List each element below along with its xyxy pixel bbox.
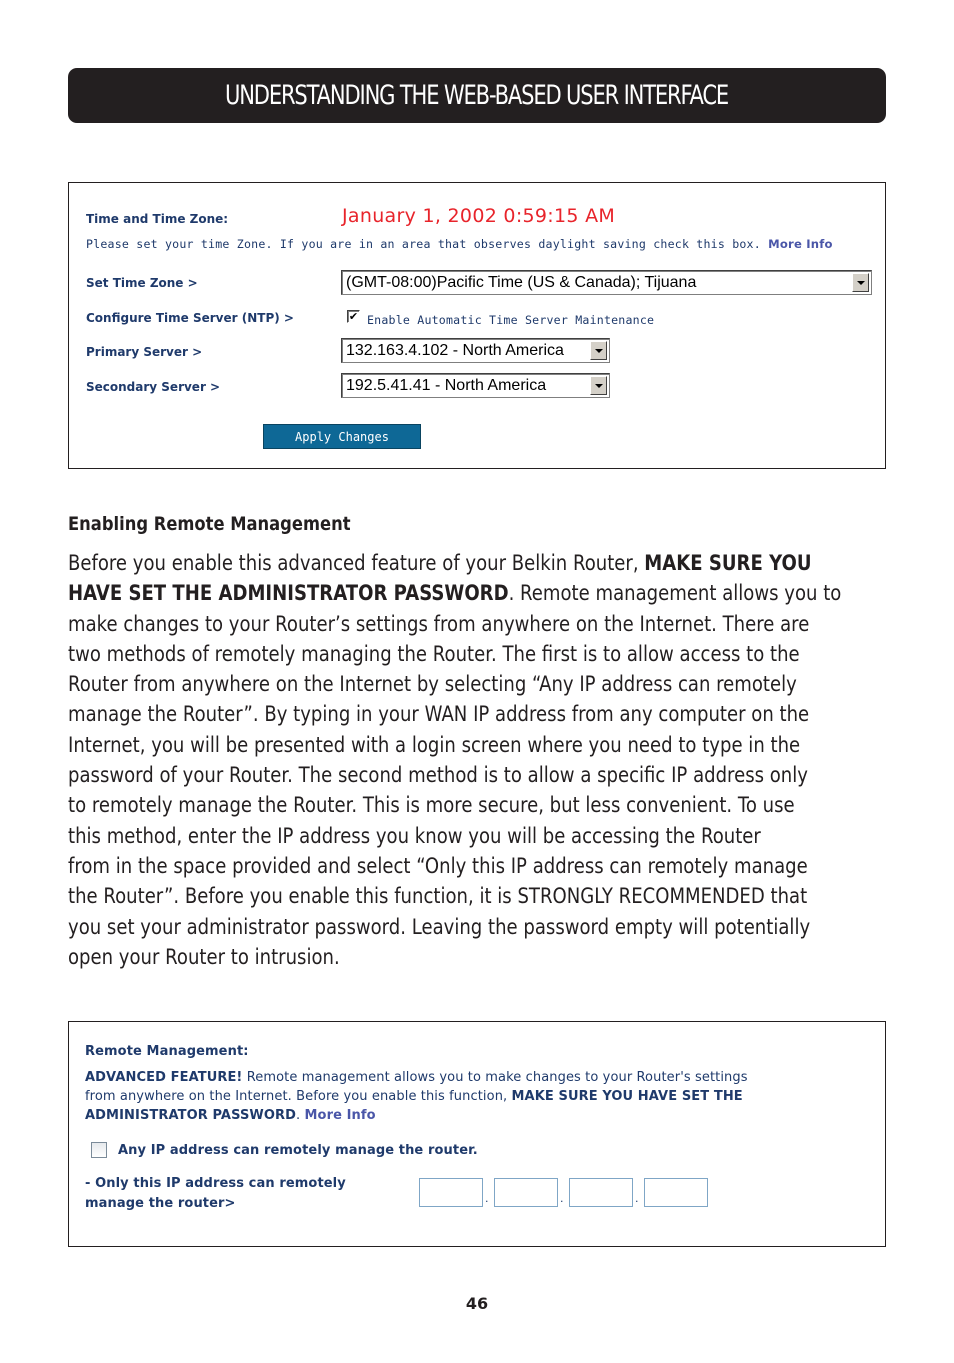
body-text: open your Router to intrusion. [68,944,340,969]
primary-server-label: Primary Server > [86,345,203,359]
ip-octet-1-input[interactable] [419,1178,483,1207]
body-line: to remotely manage the Router. This is m… [68,790,887,820]
body-line: open your Router to intrusion. [68,942,887,972]
ip-separator: . [635,1192,639,1205]
advanced-feature-line-3: ADMINISTRATOR PASSWORD. More Info [85,1108,376,1123]
apply-changes-button[interactable]: Apply Changes [263,424,421,449]
any-ip-label: Any IP address can remotely manage the r… [118,1143,478,1158]
body-line: manage the Router”. By typing in your WA… [68,699,887,729]
secondary-server-value: 192.5.41.41 - North America [346,376,547,394]
warning-text: ADMINISTRATOR PASSWORD [85,1108,297,1123]
advanced-feature-label: ADVANCED FEATURE! [85,1070,243,1085]
instruction-text: Please set your time Zone. If you are in… [86,237,761,251]
time-zone-instruction: Please set your time Zone. If you are in… [86,237,833,251]
body-emphasis: MAKE SURE YOU [644,551,812,575]
ntp-checkbox-label: Enable Automatic Time Server Maintenance [367,313,655,327]
time-zone-value: (GMT-08:00)Pacific Time (US & Canada); T… [346,273,697,291]
remote-management-heading: Remote Management: [85,1044,249,1059]
more-info-link[interactable]: More Info [768,237,833,251]
body-text: Before you enable this advanced feature … [68,551,645,575]
secondary-server-label: Secondary Server > [86,380,221,394]
body-text: two methods of remotely managing the Rou… [68,641,800,666]
advanced-feature-text: from anywhere on the Internet. Before yo… [85,1089,512,1104]
body-paragraph: Before you enable this advanced feature … [68,548,887,972]
check-icon: ✔ [348,310,359,323]
body-line: HAVE SET THE ADMINISTRATOR PASSWORD. Rem… [68,578,887,608]
punctuation: . [296,1108,305,1123]
body-text: Internet, you will be presented with a l… [68,732,801,757]
body-line: two methods of remotely managing the Rou… [68,639,887,669]
body-line: from in the space provided and select “O… [68,851,887,881]
body-text: . Remote management allows you to [508,581,842,606]
advanced-feature-line-2: from anywhere on the Internet. Before yo… [85,1089,743,1104]
body-line: the Router”. Before you enable this func… [68,881,887,911]
section-heading: Enabling Remote Management [68,513,351,535]
chevron-down-icon[interactable] [590,376,607,395]
body-line: this method, enter the IP address you kn… [68,821,887,851]
body-line: Router from anywhere on the Internet by … [68,669,887,699]
page-title-banner: UNDERSTANDING THE WEB-BASED USER INTERFA… [68,68,886,123]
ntp-label: Configure Time Server (NTP) > [86,311,294,325]
time-zone-heading: Time and Time Zone: [86,212,229,226]
body-text: this method, enter the IP address you kn… [68,823,761,848]
ip-octet-4-input[interactable] [644,1178,708,1207]
advanced-feature-line-1: ADVANCED FEATURE! Remote management allo… [85,1070,748,1085]
ip-separator: . [485,1192,489,1205]
body-text: Router from anywhere on the Internet by … [68,672,797,697]
body-text: make changes to your Router’s settings f… [68,611,810,636]
ip-octet-2-input[interactable] [494,1178,558,1207]
body-text: password of your Router. The second meth… [68,763,808,788]
body-line: make changes to your Router’s settings f… [68,609,887,639]
body-line: you set your administrator password. Lea… [68,912,887,942]
page-number: 46 [465,1294,489,1313]
body-emphasis: HAVE SET THE ADMINISTRATOR PASSWORD [68,581,509,606]
secondary-server-select[interactable]: 192.5.41.41 - North America [341,373,610,398]
page-title: UNDERSTANDING THE WEB-BASED USER INTERFA… [225,80,729,111]
primary-server-value: 132.163.4.102 - North America [346,341,564,359]
body-line: Internet, you will be presented with a l… [68,730,887,760]
body-text: you set your administrator password. Lea… [68,914,811,939]
chevron-down-icon[interactable] [852,273,869,292]
body-line: Before you enable this advanced feature … [68,548,887,578]
only-ip-label-line-1: - Only this IP address can remotely [85,1176,346,1191]
body-text: the Router”. Before you enable this func… [68,884,808,909]
current-datetime: January 1, 2002 0:59:15 AM [342,205,616,227]
primary-server-select[interactable]: 132.163.4.102 - North America [341,338,610,363]
ip-octet-3-input[interactable] [569,1178,633,1207]
only-ip-label-line-2: manage the router> [85,1196,236,1211]
remote-management-panel: Remote Management: ADVANCED FEATURE! Rem… [68,1021,886,1247]
time-zone-select[interactable]: (GMT-08:00)Pacific Time (US & Canada); T… [341,270,872,295]
body-line: password of your Router. The second meth… [68,760,887,790]
set-time-zone-label: Set Time Zone > [86,276,198,290]
body-text: from in the space provided and select “O… [68,853,808,878]
more-info-link[interactable]: More Info [305,1108,376,1123]
ip-separator: . [560,1192,564,1205]
body-text: to remotely manage the Router. This is m… [68,793,795,818]
chevron-down-icon[interactable] [590,341,607,360]
warning-text: MAKE SURE YOU HAVE SET THE [511,1089,743,1104]
any-ip-checkbox[interactable] [91,1142,107,1158]
ntp-checkbox[interactable]: ✔ [347,310,360,323]
body-text: manage the Router”. By typing in your WA… [68,702,810,727]
time-settings-panel: Time and Time Zone: January 1, 2002 0:59… [68,182,886,469]
advanced-feature-text: Remote management allows you to make cha… [242,1070,748,1085]
